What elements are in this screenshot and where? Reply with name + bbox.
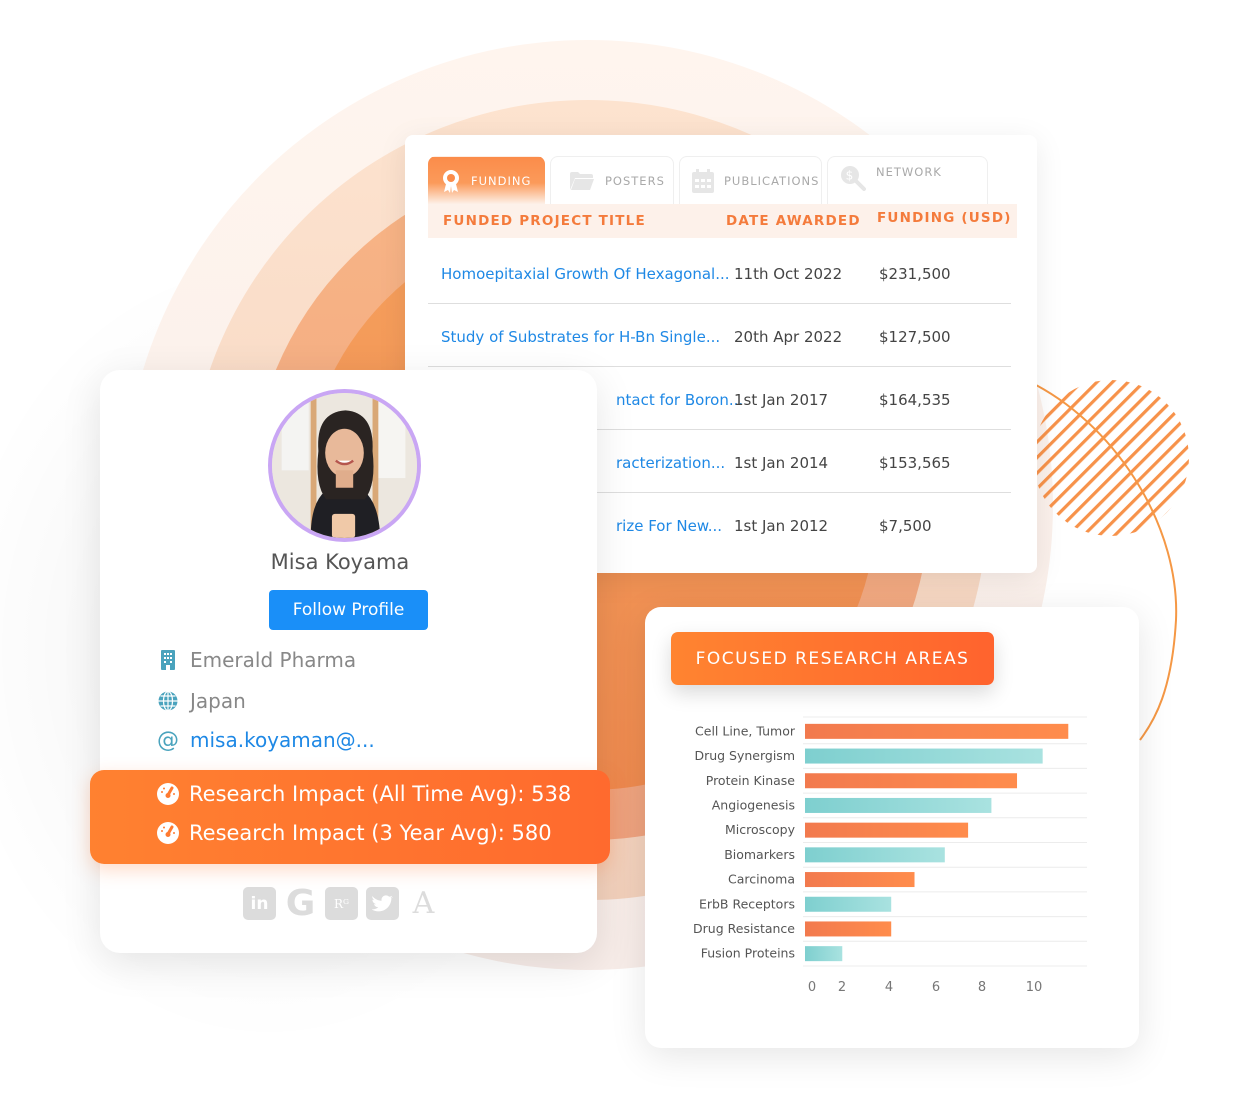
building-icon [158,650,178,670]
tab-label: POSTERS [605,173,665,188]
table-header: FUNDED PROJECT TITLE DATE AWARDED FUNDIN… [428,204,1017,238]
research-areas-card: Cell Line, Tumor Drug Synergism Protein Ki… [645,607,1139,1048]
linkedin-icon[interactable]: in [243,887,276,920]
email-row: @ misa.koyaman@... [157,727,375,753]
funding-amount: $153,565 [879,454,951,472]
svg-text:$: $ [846,169,855,183]
column-header-date: DATE AWARDED [726,213,861,229]
folder-icon [570,171,594,190]
column-header-funding: FUNDING (USD) [877,210,1012,226]
impact-all-time: Research Impact (All Time Avg): 538 [157,782,571,806]
bar-drug-synergism[interactable] [805,748,1043,764]
y-tick-label: Drug Synergism [694,748,795,763]
project-title-link[interactable]: Homoepitaxial Growth Of Hexagonal... [441,265,730,283]
award-ribbon-icon [443,169,459,193]
dollar-search-icon: $ [841,166,866,191]
tab-network[interactable]: $ NETWORK [827,156,988,204]
tab-label: FUNDING [471,173,532,188]
impact-text: Research Impact (3 Year Avg): 580 [189,821,552,845]
x-tick-label: 8 [978,980,986,995]
y-tick-label: Angiogenesis [712,797,795,812]
tab-bar: FUNDING POSTERS PUBLICATIONS $ NETWORK [428,156,988,204]
bar-cell-line-tumor[interactable] [805,723,1069,739]
funding-amount: $164,535 [879,391,951,409]
google-scholar-icon[interactable]: G [284,883,317,924]
social-links: in G Rᴳ A [243,883,440,924]
research-impact-banner: Research Impact (All Time Avg): 538 Rese… [90,770,610,864]
x-tick-label: 10 [1026,980,1043,995]
funding-amount: $7,500 [879,517,932,535]
impact-three-year: Research Impact (3 Year Avg): 580 [157,821,552,845]
tab-label: NETWORK [876,165,942,179]
project-title-link[interactable]: rize For New... [616,517,722,535]
bar-protein-kinase[interactable] [805,773,1018,789]
funding-amount: $231,500 [879,265,951,283]
gauge-icon [157,822,179,844]
table-row: Study of Substrates for H-Bn Single... 2… [428,304,1011,367]
twitter-icon[interactable] [366,887,399,920]
project-title-link[interactable]: ntact for Boron... [616,391,743,409]
impact-text: Research Impact (All Time Avg): 538 [189,782,572,806]
globe-icon [158,691,178,711]
date-awarded: 11th Oct 2022 [734,265,843,283]
tab-funding[interactable]: FUNDING [428,156,545,204]
bar-carcinoma[interactable] [805,872,915,888]
bar-erbb-receptors[interactable] [805,896,892,912]
calendar-icon [692,168,714,193]
tab-label: PUBLICATIONS [724,173,820,188]
gauge-icon [157,783,179,805]
bar-drug-resistance[interactable] [805,921,892,937]
tab-posters[interactable]: POSTERS [550,156,674,204]
date-awarded: 20th Apr 2022 [734,328,843,346]
bar-fusion-proteins[interactable] [805,946,843,962]
x-tick-label: 6 [932,980,940,995]
researchgate-icon[interactable]: Rᴳ [325,887,358,920]
bar-biomarkers[interactable] [805,847,945,863]
x-tick-label: 0 [808,980,816,995]
date-awarded: 1st Jan 2017 [734,391,829,409]
x-tick-label: 4 [885,980,893,995]
country-row: Japan [158,689,246,713]
y-tick-label: Protein Kinase [706,773,796,788]
follow-profile-button[interactable]: Follow Profile [269,590,428,630]
project-title-link[interactable]: Study of Substrates for H-Bn Single... [441,328,720,346]
organization-name: Emerald Pharma [190,648,357,672]
email-link[interactable]: misa.koyaman@... [190,728,375,752]
x-tick-label: 2 [838,980,846,995]
column-header-title: FUNDED PROJECT TITLE [443,213,646,229]
table-row: Homoepitaxial Growth Of Hexagonal... 11t… [428,241,1011,304]
tab-publications[interactable]: PUBLICATIONS [679,156,822,204]
y-tick-label: ErbB Receptors [699,896,795,911]
chart-title: FOCUSED RESEARCH AREAS [671,632,994,685]
organization-row: Emerald Pharma [158,648,356,672]
y-tick-label: Cell Line, Tumor [695,723,796,738]
bar-angiogenesis[interactable] [805,797,992,813]
profile-name: Misa Koyama [270,550,410,574]
y-tick-label: Microscopy [725,822,796,837]
date-awarded: 1st Jan 2012 [734,517,829,535]
avatar [268,389,421,542]
project-title-link[interactable]: racterization... [616,454,725,472]
y-tick-label: Drug Resistance [693,921,795,936]
bar-microscopy[interactable] [805,822,969,838]
country-name: Japan [190,689,246,713]
at-sign-icon: @ [157,727,179,753]
funding-amount: $127,500 [879,328,951,346]
y-tick-label: Fusion Proteins [701,946,795,961]
academia-icon[interactable]: A [407,886,440,921]
y-tick-label: Carcinoma [728,872,795,887]
date-awarded: 1st Jan 2014 [734,454,829,472]
y-tick-label: Biomarkers [724,847,795,862]
profile-card: Misa Koyama Follow Profile Emerald Pharm… [100,370,597,953]
profile-photo [272,393,417,538]
